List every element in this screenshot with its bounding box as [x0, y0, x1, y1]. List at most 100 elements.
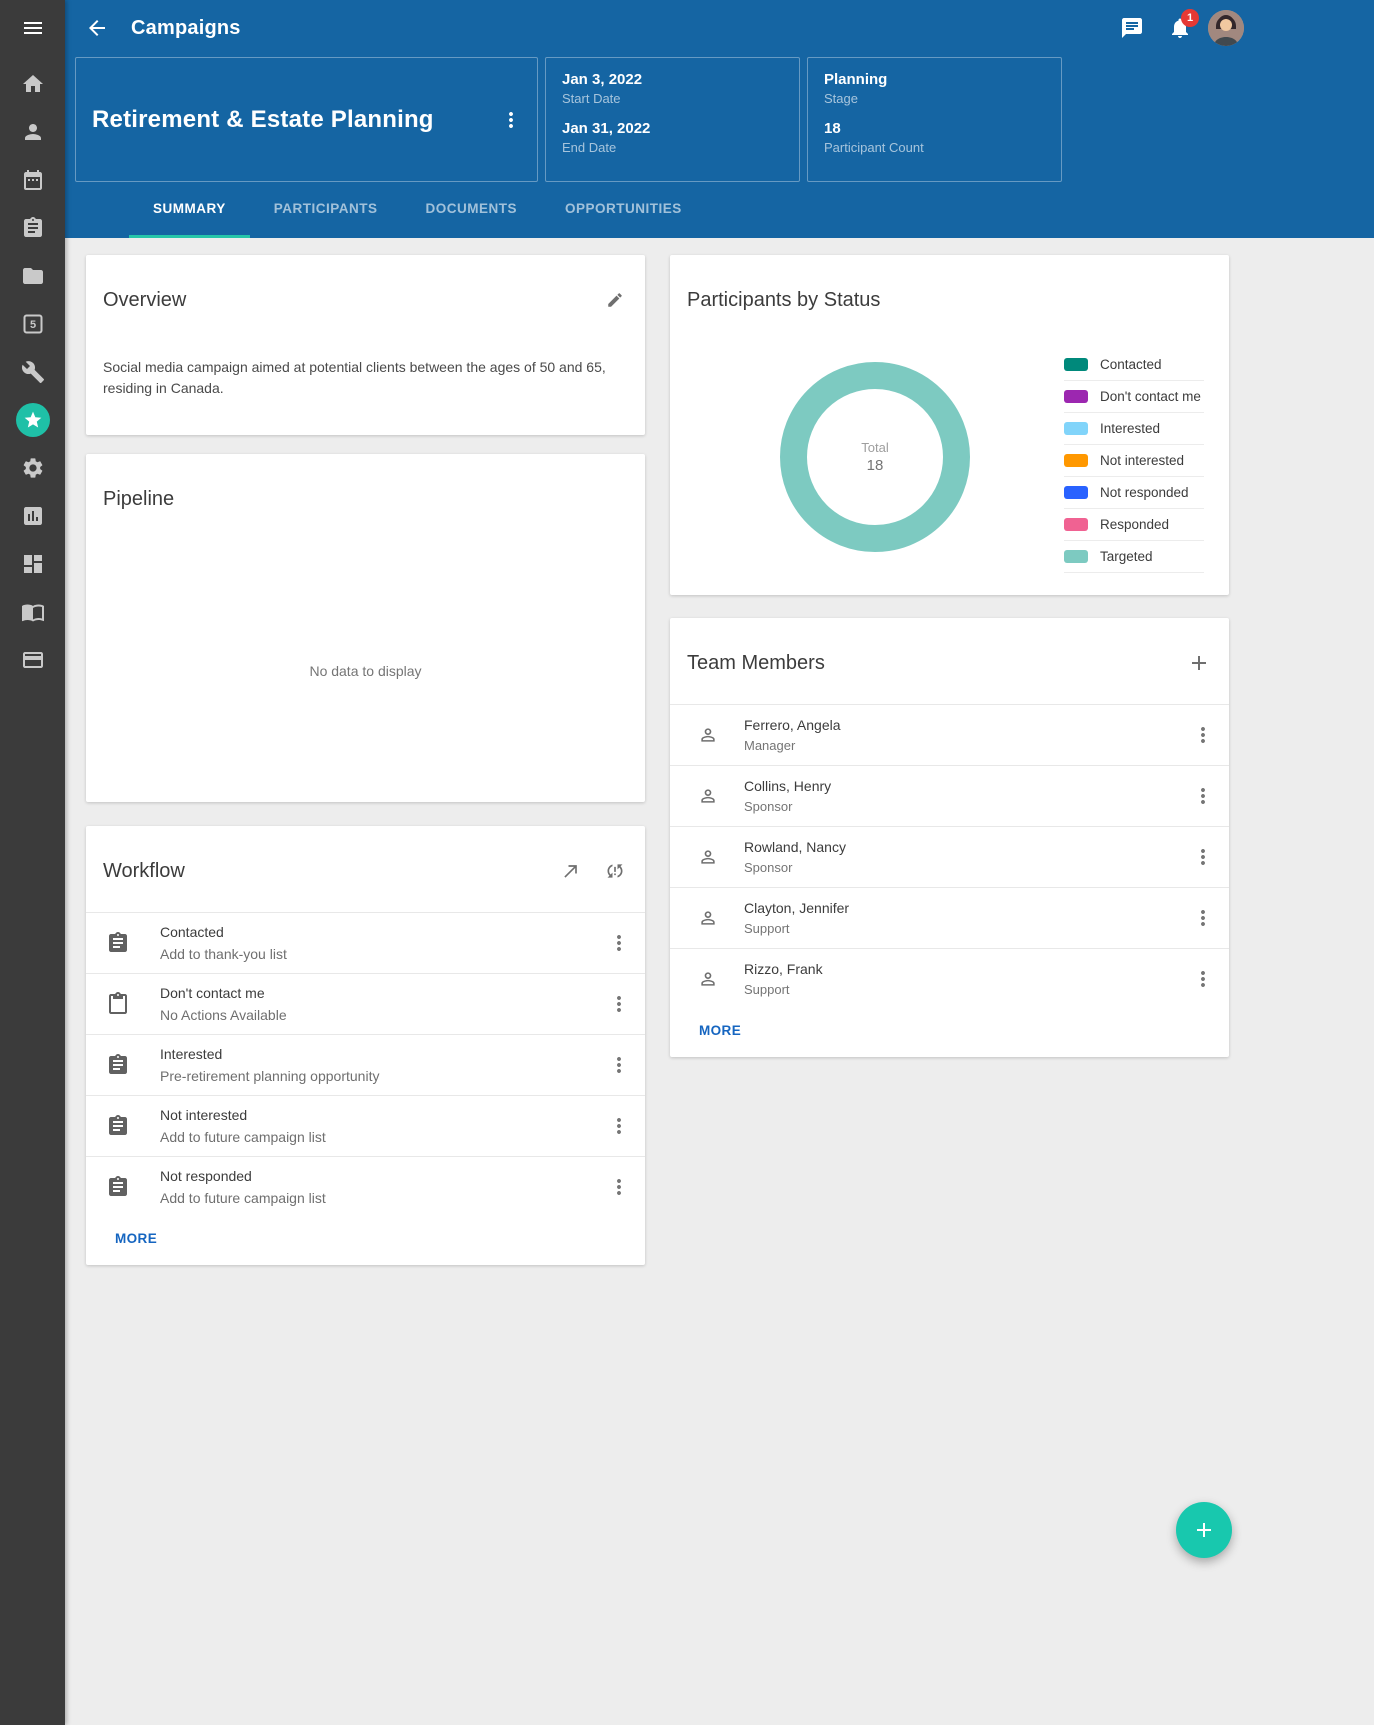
sidebar-item-contacts[interactable] — [0, 108, 65, 156]
participants-chart-title: Participants by Status — [687, 289, 880, 312]
user-avatar[interactable] — [1208, 10, 1244, 46]
team-more-button[interactable]: MORE — [699, 1023, 741, 1038]
workflow-item-menu-button[interactable] — [599, 1045, 639, 1085]
sidebar-item-billing[interactable] — [0, 636, 65, 684]
sidebar-item-calendar[interactable] — [0, 156, 65, 204]
kebab-icon — [1191, 845, 1215, 869]
pipeline-card: Pipeline No data to display — [86, 454, 645, 802]
legend-swatch — [1064, 358, 1088, 371]
chat-button[interactable] — [1112, 8, 1152, 48]
assignment-icon — [106, 1114, 130, 1138]
campaign-name: Retirement & Estate Planning — [92, 106, 434, 134]
overview-title: Overview — [103, 289, 186, 312]
workflow-item-menu-button[interactable] — [599, 1167, 639, 1207]
overview-body: Social media campaign aimed at potential… — [86, 355, 645, 421]
team-member-menu-button[interactable] — [1183, 776, 1223, 816]
legend-swatch — [1064, 518, 1088, 531]
workflow-more-button[interactable]: MORE — [115, 1231, 157, 1246]
overview-card: Overview Social media campaign aimed at … — [86, 255, 645, 435]
workflow-item-title: Interested — [160, 1046, 599, 1062]
sidebar-item-dashboard[interactable] — [0, 540, 65, 588]
team-member-row: Rizzo, Frank Support — [670, 948, 1229, 1009]
team-member-menu-button[interactable] — [1183, 898, 1223, 938]
legend-item: Not interested — [1064, 445, 1204, 477]
team-member-menu-button[interactable] — [1183, 959, 1223, 999]
workflow-item-menu-button[interactable] — [599, 984, 639, 1024]
campaign-hero: Retirement & Estate Planning Jan 3, 2022… — [65, 56, 1374, 238]
notifications-button[interactable]: 1 — [1160, 8, 1200, 48]
add-fab-button[interactable] — [1176, 1502, 1232, 1558]
team-member-row: Ferrero, Angela Manager — [670, 704, 1229, 765]
add-team-member-button[interactable] — [1179, 643, 1219, 683]
sidebar-item-knowledge[interactable] — [0, 588, 65, 636]
workflow-item: Not interested Add to future campaign li… — [86, 1095, 645, 1156]
end-date-label: End Date — [562, 140, 783, 155]
tab-summary[interactable]: SUMMARY — [129, 182, 250, 238]
sidebar-item-campaigns[interactable] — [0, 396, 65, 444]
workflow-item-subtitle: Add to future campaign list — [160, 1129, 599, 1145]
donut-center-value: 18 — [867, 457, 884, 474]
assignment-icon — [106, 1053, 130, 1077]
workflow-item: Not responded Add to future campaign lis… — [86, 1156, 645, 1217]
member-name: Ferrero, Angela — [744, 717, 1183, 733]
sidebar-item-documents[interactable] — [0, 252, 65, 300]
sidebar-item-activities[interactable] — [0, 204, 65, 252]
workflow-item-subtitle: Pre-retirement planning opportunity — [160, 1068, 599, 1084]
sidebar-nav — [0, 60, 65, 684]
donut-chart: Total 18 — [686, 341, 1064, 573]
sidebar-item-reports[interactable] — [0, 492, 65, 540]
team-members-card: Team Members Ferrero, Angela Manager — [670, 618, 1229, 1057]
donut-ring: Total 18 — [780, 362, 970, 552]
legend-swatch — [1064, 422, 1088, 435]
edit-pencil-icon — [606, 291, 624, 309]
sidebar-item-home[interactable] — [0, 60, 65, 108]
right-column: Participants by Status Total 18 — [670, 255, 1229, 1057]
end-date-value: Jan 31, 2022 — [562, 120, 783, 137]
team-member-row: Rowland, Nancy Sponsor — [670, 826, 1229, 887]
legend-swatch — [1064, 550, 1088, 563]
member-role: Support — [744, 982, 1183, 997]
chat-icon — [1120, 16, 1144, 40]
legend-item: Targeted — [1064, 541, 1204, 573]
participants-chart-card: Participants by Status Total 18 — [670, 255, 1229, 595]
workflow-item-title: Not responded — [160, 1168, 599, 1184]
start-date-label: Start Date — [562, 91, 783, 106]
sync-workflow-button[interactable] — [595, 851, 635, 891]
plus-icon — [1187, 651, 1211, 675]
person-icon — [698, 969, 718, 989]
open-workflow-button[interactable] — [551, 851, 591, 891]
menu-icon — [21, 16, 45, 40]
tab-opportunities[interactable]: OPPORTUNITIES — [541, 182, 706, 238]
sidebar — [0, 0, 65, 1725]
tab-participants[interactable]: PARTICIPANTS — [250, 182, 402, 238]
campaigns-star-icon — [23, 410, 43, 430]
campaign-tabs: SUMMARY PARTICIPANTS DOCUMENTS OPPORTUNI… — [75, 182, 1364, 238]
workflow-item-menu-button[interactable] — [599, 923, 639, 963]
dashboard-icon — [21, 552, 45, 576]
seminars-5-icon — [21, 312, 45, 336]
sidebar-item-settings[interactable] — [0, 444, 65, 492]
workflow-item-menu-button[interactable] — [599, 1106, 639, 1146]
app-root: Campaigns 1 Retirement & Estate Planning — [0, 0, 1374, 1725]
kebab-icon — [607, 1114, 631, 1138]
campaign-menu-button[interactable] — [491, 100, 531, 140]
summary-content: Overview Social media campaign aimed at … — [65, 238, 1374, 1725]
hamburger-menu-button[interactable] — [0, 0, 65, 56]
notification-badge: 1 — [1181, 9, 1199, 27]
tab-documents[interactable]: DOCUMENTS — [402, 182, 542, 238]
team-member-menu-button[interactable] — [1183, 837, 1223, 877]
legend-swatch — [1064, 454, 1088, 467]
active-item-highlight — [16, 403, 50, 437]
billing-card-icon — [21, 648, 45, 672]
calendar-icon — [21, 168, 45, 192]
back-button[interactable] — [77, 8, 117, 48]
workflow-item: Contacted Add to thank-you list — [86, 912, 645, 973]
kebab-icon — [607, 1053, 631, 1077]
team-member-menu-button[interactable] — [1183, 715, 1223, 755]
team-members-title: Team Members — [687, 652, 825, 675]
legend-item: Responded — [1064, 509, 1204, 541]
member-name: Rowland, Nancy — [744, 839, 1183, 855]
sidebar-item-tools[interactable] — [0, 348, 65, 396]
sidebar-item-seminars[interactable] — [0, 300, 65, 348]
edit-overview-button[interactable] — [595, 280, 635, 320]
